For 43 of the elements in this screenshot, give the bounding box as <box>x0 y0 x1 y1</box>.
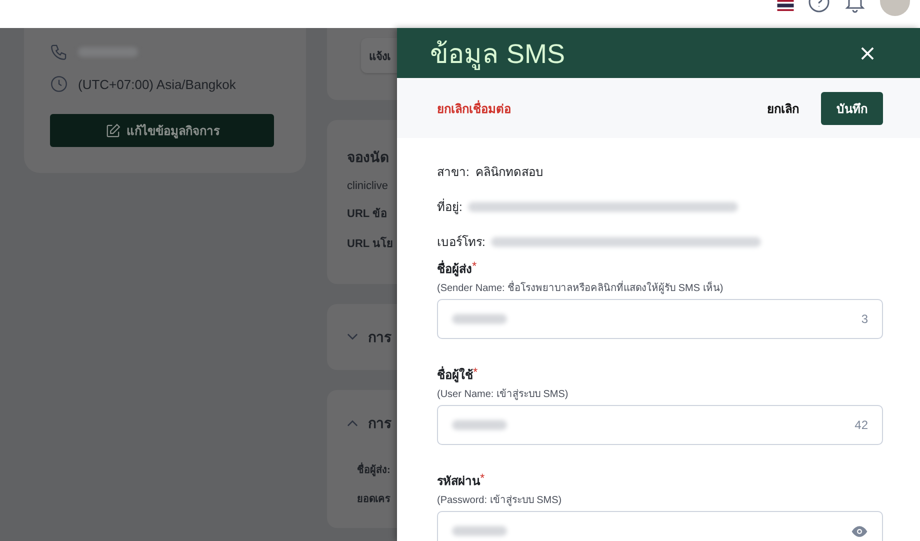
required-mark: * <box>480 471 485 485</box>
timezone-text: (UTC+07:00) Asia/Bangkok <box>78 76 236 92</box>
section-title[interactable]: การ <box>368 412 392 434</box>
edit-icon <box>104 122 120 138</box>
eye-icon[interactable] <box>851 526 868 536</box>
save-button[interactable]: บันทึก <box>821 92 883 124</box>
card-text: URL ข้อ <box>347 206 388 222</box>
clock-icon <box>50 75 68 93</box>
cancel-button[interactable]: ยกเลิก <box>759 92 807 124</box>
chevron-down-icon[interactable] <box>347 333 358 341</box>
character-count: 42 <box>854 418 868 432</box>
close-icon[interactable] <box>861 46 874 60</box>
flag-icon[interactable] <box>777 0 794 11</box>
redacted-text <box>452 314 507 324</box>
info-label: สาขา: <box>437 164 470 181</box>
required-mark: * <box>472 259 477 273</box>
field-hint: (Sender Name: ชื่อโรงพยาบาลหรือคลินิกที่แสดงให้ผู้รับ SMS เห็น) <box>437 280 883 295</box>
input-field[interactable]: 42 <box>437 405 883 445</box>
field-hint: (User Name: เข้าสู่ระบบ SMS) <box>437 388 570 401</box>
character-count: 3 <box>861 312 868 326</box>
card-text: URL นโย <box>347 236 394 252</box>
field-hint: (Password: เข้าสู่ระบบ SMS) <box>437 494 563 507</box>
input-field[interactable]: 3 <box>437 299 883 339</box>
redacted-text <box>452 526 507 536</box>
card-title: จองนัด <box>347 148 390 167</box>
card-text: ยอดเคร <box>356 493 392 506</box>
drawer-title: ข้อมูล SMS <box>430 38 566 72</box>
field-label: ชื่อผู้ส่ง <box>437 259 472 278</box>
card-text: cliniclive <box>347 180 389 192</box>
field-label: รหัสผ่าน <box>437 474 480 490</box>
info-label: เบอร์โทร: <box>437 234 486 251</box>
phone-icon <box>50 43 68 61</box>
edit-business-button[interactable]: แก้ไขข้อมูลกิจการ <box>50 114 274 147</box>
chevron-up-icon[interactable] <box>347 419 358 427</box>
field-label: ชื่อผู้ใช้ <box>437 365 473 384</box>
info-value: คลินิกทดสอบ <box>475 164 544 181</box>
input-field[interactable] <box>437 511 883 541</box>
required-mark: * <box>473 365 478 379</box>
redacted-text <box>452 420 507 430</box>
disconnect-link[interactable]: ยกเลิกเชื่อมต่อ <box>437 98 511 118</box>
card-text: ชื่อผู้ส่ง: <box>347 462 403 477</box>
info-label: ที่อยู่: <box>437 198 462 216</box>
section-title[interactable]: การ <box>368 326 392 348</box>
